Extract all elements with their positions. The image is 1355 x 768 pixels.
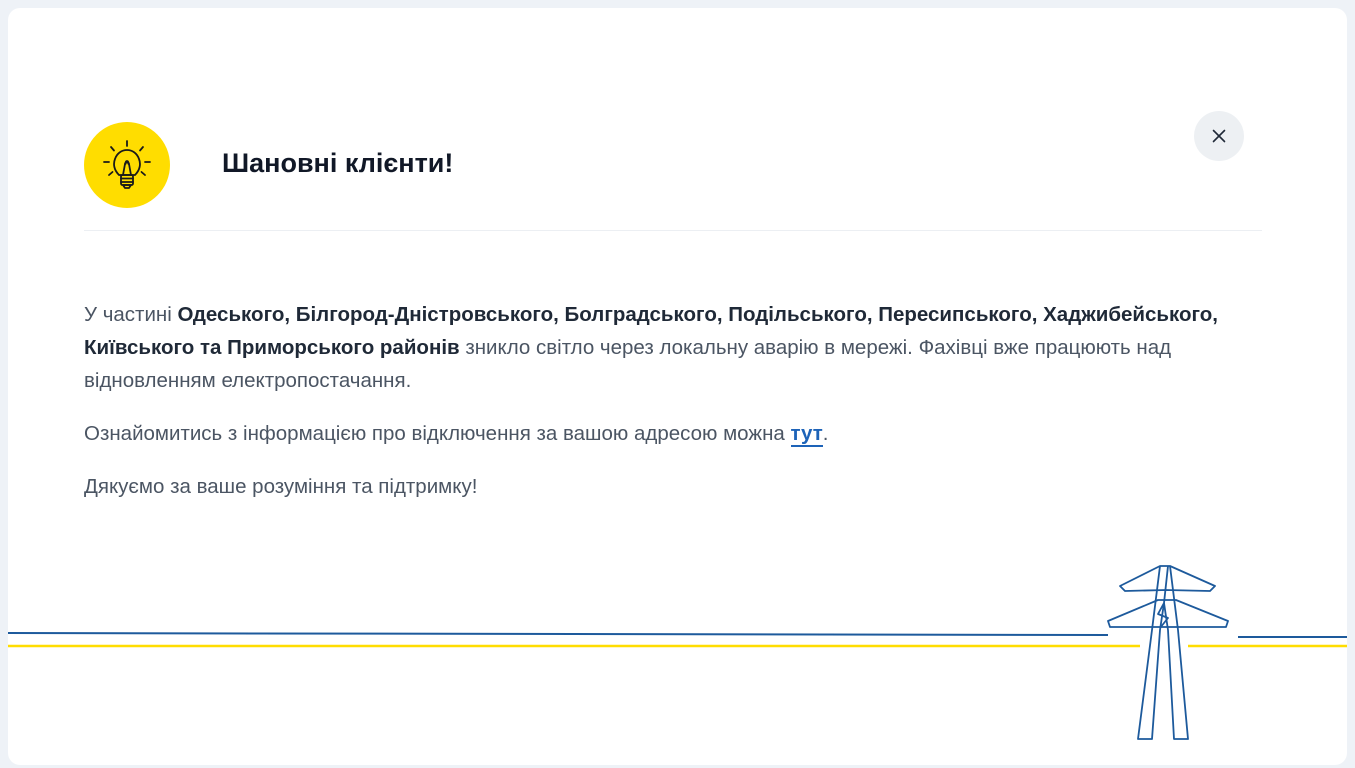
outage-info-link[interactable]: тут [790,422,823,447]
close-button[interactable] [1194,111,1244,161]
power-tower-icon [8,565,1347,740]
alert-modal: Шановні клієнти! У частині Одеського, Бі… [8,8,1347,765]
message-paragraph-1: У частині Одеського, Білгород-Дністровсь… [84,303,1219,392]
modal-title: Шановні клієнти! [222,148,454,178]
lightbulb-icon [84,122,170,208]
close-icon [1212,129,1226,143]
header-divider [84,230,1262,231]
message-body: У частині Одеського, Білгород-Дністровсь… [84,298,1234,523]
message-paragraph-3: Дякуємо за ваше розуміння та підтримку! [84,475,478,498]
message-paragraph-2: Ознайомитись з інформацією про відключен… [84,422,829,447]
